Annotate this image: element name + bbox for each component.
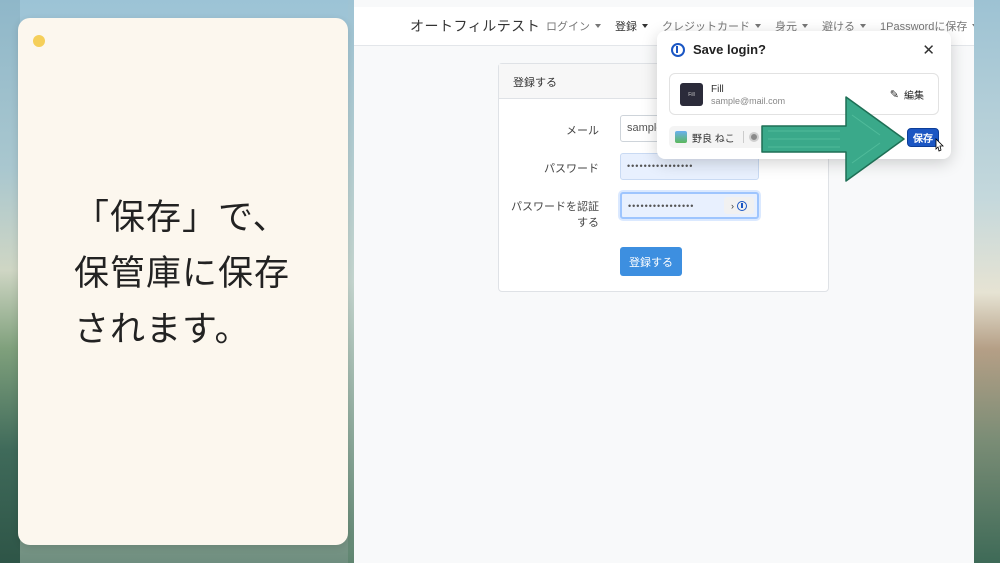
popup-title: Save login?	[693, 42, 766, 57]
nav-item-register[interactable]: 登録	[615, 18, 648, 34]
vault-selector[interactable]: 野良 ねこ	[669, 126, 767, 148]
pointer-arrow-annotation	[761, 96, 905, 182]
item-thumbnail: Fill	[680, 83, 703, 106]
note-line: 「保存」で、	[74, 198, 289, 238]
vault-name: 野良 ねこ	[692, 133, 735, 145]
mouse-cursor-icon	[935, 138, 944, 152]
note-text: 「保存」で、 保管庫に保存 されます。	[74, 190, 334, 358]
item-title: Fill	[711, 84, 724, 95]
account-icon	[748, 132, 759, 142]
note-dot-icon	[33, 35, 45, 47]
1password-logo-icon	[671, 43, 685, 57]
chevron-right-icon: ›	[731, 200, 735, 211]
note-line: 保管庫に保存	[74, 254, 291, 294]
password-label: パスワード	[544, 163, 599, 175]
confirm-password-field[interactable]: •••••••••••••••• ›	[620, 192, 759, 219]
1password-inline-button[interactable]: ›	[724, 197, 754, 214]
caret-down-icon	[642, 24, 648, 28]
divider	[742, 131, 744, 143]
email-label: メール	[566, 125, 599, 137]
desktop-wallpaper-left	[0, 0, 20, 563]
caret-down-icon	[802, 24, 808, 28]
vault-icon	[675, 131, 687, 143]
desktop-wallpaper-right	[974, 0, 1000, 563]
navbar-brand[interactable]: オートフィルテスト	[410, 16, 540, 36]
caret-down-icon	[755, 24, 761, 28]
caret-down-icon	[972, 24, 974, 28]
register-button[interactable]: 登録する	[620, 247, 682, 276]
edit-label: 編集	[904, 91, 924, 102]
1password-icon	[737, 200, 747, 211]
caret-down-icon	[860, 24, 866, 28]
close-icon[interactable]: ✕	[922, 41, 935, 59]
caret-down-icon	[595, 24, 601, 28]
confirm-password-label: パスワードを認証 する	[511, 201, 599, 229]
nav-item-login[interactable]: ログイン	[546, 18, 601, 34]
confirm-password-value: ••••••••••••••••	[628, 201, 695, 211]
note-line: されます。	[74, 310, 251, 350]
note-card: 「保存」で、 保管庫に保存 されます。	[18, 18, 348, 545]
